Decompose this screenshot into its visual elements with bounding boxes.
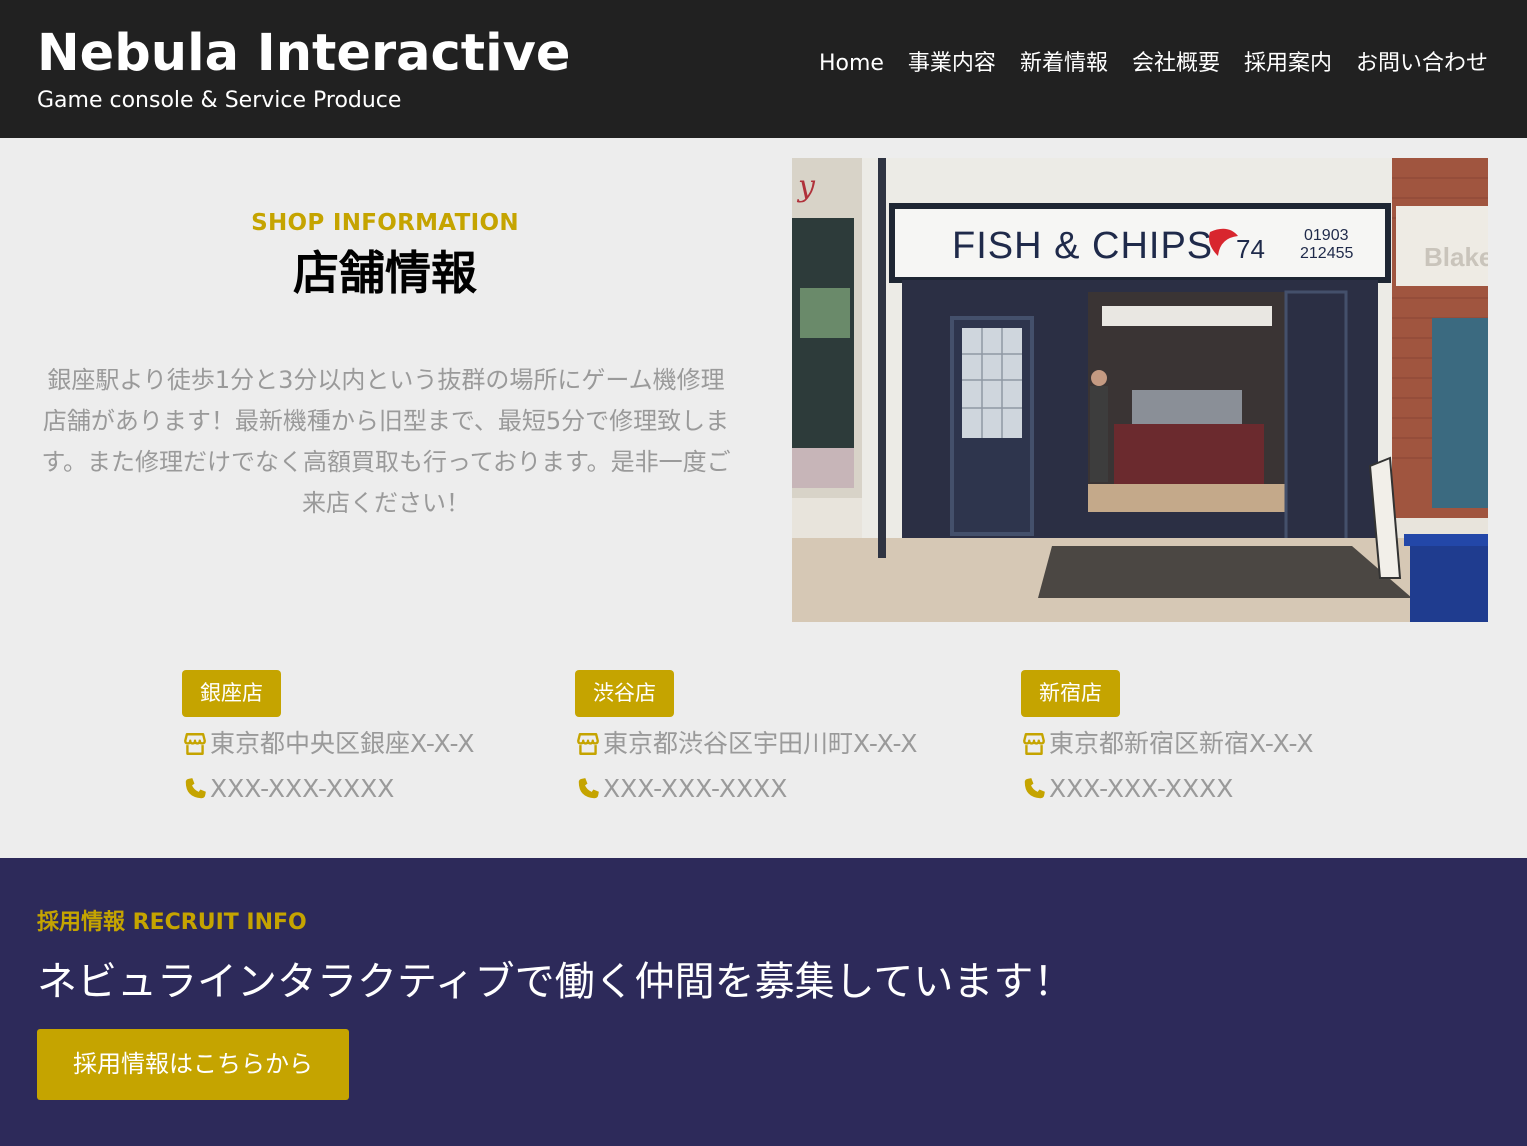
store-icon bbox=[184, 732, 206, 755]
nav-contact[interactable]: お問い合わせ bbox=[1356, 46, 1488, 82]
store-badge: 渋谷店 bbox=[575, 670, 674, 717]
store-shibuya: 渋谷店 東京都渋谷区宇田川町X-X-X XXX-XXX-XXXX bbox=[575, 670, 975, 807]
store-icon bbox=[1023, 732, 1045, 755]
store-phone[interactable]: XXX-XXX-XXXX bbox=[210, 770, 394, 807]
phone-icon bbox=[185, 777, 206, 798]
phone-icon bbox=[1024, 777, 1045, 798]
store-address: 東京都渋谷区宇田川町X-X-X bbox=[603, 729, 918, 758]
phone-icon bbox=[578, 777, 599, 798]
store-badge: 銀座店 bbox=[182, 670, 281, 717]
svg-text:y: y bbox=[796, 169, 816, 204]
nav-careers[interactable]: 採用案内 bbox=[1244, 46, 1332, 82]
site-tagline: Game console & Service Produce bbox=[37, 88, 402, 113]
shop-photo-illustration: y Blake FISH & CHIPS 74 01903 212455 bbox=[792, 158, 1488, 622]
store-phone-line: XXX-XXX-XXXX bbox=[1021, 770, 1421, 807]
nav-company[interactable]: 会社概要 bbox=[1132, 46, 1220, 82]
nav-home[interactable]: Home bbox=[819, 46, 884, 82]
shop-description: 銀座駅より徒歩1分と3分以内という抜群の場所にゲーム機修理店舗があります！最新機… bbox=[41, 366, 731, 517]
recruit-section: 採用情報 RECRUIT INFO ネビュラインタラクティブで働く仲間を募集して… bbox=[0, 858, 1527, 1146]
shop-section-subtitle: SHOP INFORMATION bbox=[251, 210, 519, 236]
store-badge: 新宿店 bbox=[1021, 670, 1120, 717]
side-sign-text: Blake bbox=[1424, 242, 1488, 272]
nav-news[interactable]: 新着情報 bbox=[1020, 46, 1108, 82]
site-header: Nebula Interactive Game console & Servic… bbox=[0, 0, 1527, 138]
store-ginza: 銀座店 東京都中央区銀座X-X-X XXX-XXX-XXXX bbox=[182, 670, 582, 807]
store-phone[interactable]: XXX-XXX-XXXX bbox=[603, 770, 787, 807]
store-icon bbox=[577, 732, 599, 755]
recruit-subtitle: 採用情報 RECRUIT INFO bbox=[37, 910, 307, 935]
sign-phone-1: 01903 bbox=[1304, 227, 1349, 244]
recruit-title: ネビュラインタラクティブで働く仲間を募集しています！ bbox=[37, 959, 1074, 1005]
shop-photo: y Blake FISH & CHIPS 74 01903 212455 bbox=[792, 158, 1488, 622]
store-phone-line: XXX-XXX-XXXX bbox=[182, 770, 582, 807]
sign-text: FISH & CHIPS bbox=[952, 225, 1213, 267]
store-address-line: 東京都渋谷区宇田川町X-X-X bbox=[575, 725, 975, 762]
store-phone[interactable]: XXX-XXX-XXXX bbox=[1049, 770, 1233, 807]
sign-number: 74 bbox=[1236, 234, 1265, 264]
recruit-button[interactable]: 採用情報はこちらから bbox=[37, 1029, 349, 1100]
store-address-line: 東京都新宿区新宿X-X-X bbox=[1021, 725, 1421, 762]
store-shinjuku: 新宿店 東京都新宿区新宿X-X-X XXX-XXX-XXXX bbox=[1021, 670, 1421, 807]
main-nav: Home 事業内容 新着情報 会社概要 採用案内 お問い合わせ bbox=[819, 46, 1488, 82]
store-address: 東京都新宿区新宿X-X-X bbox=[1049, 729, 1314, 758]
shop-section-title: 店舗情報 bbox=[293, 246, 477, 300]
store-address: 東京都中央区銀座X-X-X bbox=[210, 729, 475, 758]
store-phone-line: XXX-XXX-XXXX bbox=[575, 770, 975, 807]
store-address-line: 東京都中央区銀座X-X-X bbox=[182, 725, 582, 762]
sign-phone-2: 212455 bbox=[1300, 245, 1353, 262]
site-logo[interactable]: Nebula Interactive bbox=[37, 22, 570, 86]
nav-services[interactable]: 事業内容 bbox=[908, 46, 996, 82]
